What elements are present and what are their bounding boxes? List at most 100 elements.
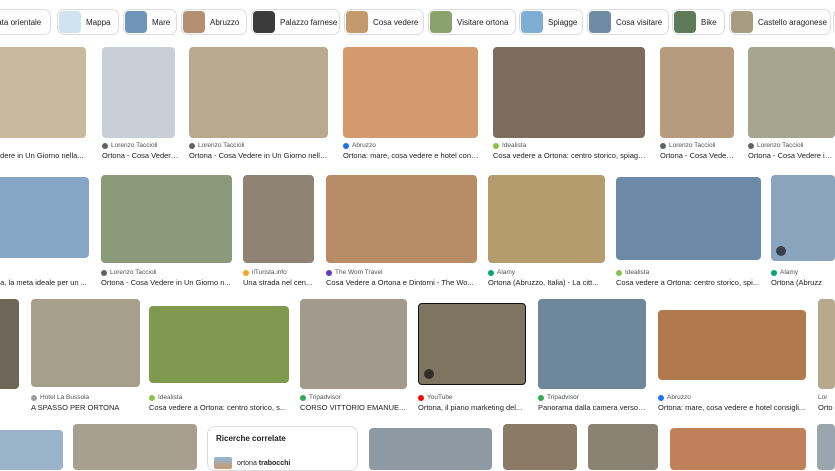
result-thumbnail[interactable] bbox=[102, 47, 175, 138]
result-thumbnail[interactable] bbox=[343, 47, 478, 138]
image-result[interactable] bbox=[0, 430, 63, 470]
chip-label: Mare bbox=[152, 17, 171, 27]
result-thumbnail[interactable] bbox=[616, 177, 761, 260]
image-result[interactable]: Abruzzo Ortona: mare, cosa vedere e hote… bbox=[343, 47, 479, 162]
result-thumbnail[interactable] bbox=[538, 299, 646, 389]
image-result[interactable]: The Wom Travel Cosa Vedere a Ortona e Di… bbox=[326, 175, 477, 289]
result-thumbnail[interactable] bbox=[189, 47, 328, 138]
image-result[interactable]: Idealista Cosa vedere a Ortona: centro s… bbox=[493, 47, 648, 162]
image-result[interactable]: na, la meta ideale per un ... bbox=[0, 177, 90, 289]
chip-2[interactable]: Mare bbox=[123, 9, 177, 35]
result-thumbnail[interactable] bbox=[0, 177, 89, 258]
image-result[interactable]: ilTurista.info Una strada nel cen... bbox=[243, 175, 315, 289]
result-thumbnail[interactable] bbox=[503, 424, 577, 470]
result-title[interactable]: Ortona (Abruzz bbox=[771, 278, 835, 287]
chip-label: Spiagge bbox=[548, 17, 578, 27]
result-title[interactable]: Cosa vedere a Ortona: centro storico, s.… bbox=[149, 403, 290, 412]
result-title[interactable]: CORSO VITTORIO EMANUE... bbox=[300, 403, 408, 412]
image-result[interactable] bbox=[670, 428, 806, 470]
image-result[interactable]: Lorenzo Taccioli Ortona - Cosa Vedere in… bbox=[101, 175, 232, 289]
image-result[interactable] bbox=[73, 424, 197, 470]
chip-9[interactable]: Bike bbox=[672, 9, 725, 35]
image-result[interactable]: Idealista Cosa vedere a Ortona: centro s… bbox=[616, 177, 762, 289]
result-thumbnail[interactable] bbox=[149, 306, 289, 383]
chip-4[interactable]: Palazzo farnese bbox=[251, 9, 340, 35]
result-thumbnail[interactable] bbox=[31, 299, 140, 387]
result-title[interactable]: e bbox=[0, 403, 20, 412]
result-thumbnail[interactable] bbox=[748, 47, 835, 138]
result-title[interactable]: Ortona, il piano marketing del... bbox=[418, 403, 526, 412]
result-title[interactable]: Panorama dalla camera verso ... bbox=[538, 403, 646, 412]
result-thumbnail[interactable] bbox=[0, 47, 86, 138]
chip-6[interactable]: Visitare ortona bbox=[428, 9, 516, 35]
result-title[interactable]: na, la meta ideale per un ... bbox=[0, 278, 90, 287]
image-result[interactable]: Lorenzo Taccioli Ortona - Cosa Vedere in… bbox=[748, 47, 835, 162]
result-thumbnail[interactable] bbox=[300, 299, 407, 389]
result-title[interactable]: Ortona (Abruzzo, Italia) - La citt... bbox=[488, 278, 606, 287]
result-thumbnail[interactable] bbox=[493, 47, 645, 138]
result-title[interactable]: Cosa vedere a Ortona: centro storico, sp… bbox=[493, 151, 648, 160]
result-title[interactable]: Cosa vedere a Ortona: centro storico, sp… bbox=[616, 278, 762, 287]
image-result[interactable]: Lorenzo Taccioli Ortona - Cosa Vedere in… bbox=[189, 47, 330, 162]
result-title[interactable]: Orto bbox=[818, 403, 835, 412]
result-title[interactable]: Ortona - Cosa Vedere ... bbox=[102, 151, 182, 160]
image-result[interactable] bbox=[588, 424, 658, 470]
image-result[interactable]: Idealista Cosa vedere a Ortona: centro s… bbox=[149, 306, 290, 414]
result-title[interactable]: Ortona - Cosa Vedere in Un bbox=[748, 151, 835, 160]
image-result[interactable] bbox=[503, 424, 577, 470]
image-result[interactable]: Abruzzo Ortona: mare, cosa vedere e hote… bbox=[658, 310, 808, 414]
image-result[interactable]: Alamy Ortona (Abruzz bbox=[771, 175, 835, 289]
result-thumbnail[interactable] bbox=[670, 428, 806, 470]
source-name: The Wom Travel bbox=[335, 269, 383, 276]
image-result[interactable]: edere in Un Giorno nella... bbox=[0, 47, 88, 162]
result-title[interactable]: Ortona - Cosa Vedere ... bbox=[660, 151, 736, 160]
chip-7[interactable]: Spiagge bbox=[519, 9, 583, 35]
result-thumbnail[interactable] bbox=[0, 299, 19, 389]
result-thumbnail[interactable] bbox=[369, 428, 492, 470]
chip-5[interactable]: Cosa vedere bbox=[344, 9, 424, 35]
source-favicon-icon bbox=[343, 142, 349, 149]
chip-0[interactable]: giata orientale bbox=[0, 9, 51, 35]
source-name: Alamy bbox=[780, 269, 799, 276]
image-result[interactable]: YouTube Ortona, il piano marketing del..… bbox=[418, 303, 526, 414]
related-search-item[interactable]: ortona trabocchi bbox=[214, 457, 290, 469]
chip-3[interactable]: Abruzzo bbox=[181, 9, 247, 35]
image-result[interactable]: Lorenzo Taccioli Ortona - Cosa Vedere ..… bbox=[660, 47, 736, 162]
result-title[interactable]: Cosa Vedere a Ortona e Dintorni - The Wo… bbox=[326, 278, 477, 287]
chip-10[interactable]: Castello aragonese bbox=[729, 9, 831, 35]
image-result[interactable]: Alamy Ortona (Abruzzo, Italia) - La citt… bbox=[488, 175, 606, 289]
result-thumbnail[interactable] bbox=[418, 303, 526, 385]
result-thumbnail[interactable] bbox=[243, 175, 314, 263]
result-thumbnail[interactable] bbox=[817, 424, 835, 470]
result-source: Tripadvisor bbox=[538, 394, 579, 401]
image-result[interactable]: Lor Orto bbox=[818, 299, 835, 414]
result-thumbnail[interactable] bbox=[73, 424, 197, 470]
result-title[interactable]: Una strada nel cen... bbox=[243, 278, 315, 287]
result-thumbnail[interactable] bbox=[818, 299, 835, 389]
result-thumbnail[interactable] bbox=[488, 175, 605, 263]
result-thumbnail[interactable] bbox=[0, 430, 63, 470]
result-thumbnail[interactable] bbox=[588, 424, 658, 470]
result-thumbnail[interactable] bbox=[771, 175, 835, 261]
result-title[interactable]: Ortona: mare, cosa vedere e hotel consig… bbox=[658, 403, 808, 412]
source-name: Lorenzo Taccioli bbox=[757, 142, 804, 149]
chip-1[interactable]: Mappa bbox=[57, 9, 119, 35]
result-title[interactable]: Ortona: mare, cosa vedere e hotel cons..… bbox=[343, 151, 479, 160]
image-result[interactable]: e bbox=[0, 299, 20, 414]
result-title[interactable]: Ortona - Cosa Vedere in Un Giorno nella.… bbox=[189, 151, 330, 160]
source-name: Lorenzo Taccioli bbox=[669, 142, 716, 149]
result-thumbnail[interactable] bbox=[660, 47, 734, 138]
result-thumbnail[interactable] bbox=[101, 175, 232, 263]
image-result[interactable]: Tripadvisor Panorama dalla camera verso … bbox=[538, 299, 646, 414]
image-result[interactable]: Lorenzo Taccioli Ortona - Cosa Vedere ..… bbox=[102, 47, 182, 162]
image-result[interactable]: Hotel La Bussola A SPASSO PER ORTONA bbox=[31, 299, 140, 414]
result-thumbnail[interactable] bbox=[326, 175, 477, 263]
result-title[interactable]: edere in Un Giorno nella... bbox=[0, 151, 88, 160]
image-result[interactable] bbox=[817, 424, 835, 470]
result-title[interactable]: A SPASSO PER ORTONA bbox=[31, 403, 140, 412]
result-thumbnail[interactable] bbox=[658, 310, 806, 380]
image-result[interactable] bbox=[369, 428, 492, 470]
result-title[interactable]: Ortona - Cosa Vedere in Un Giorno n... bbox=[101, 278, 232, 287]
chip-8[interactable]: Cosa visitare bbox=[587, 9, 669, 35]
image-result[interactable]: Tripadvisor CORSO VITTORIO EMANUE... bbox=[300, 299, 408, 414]
